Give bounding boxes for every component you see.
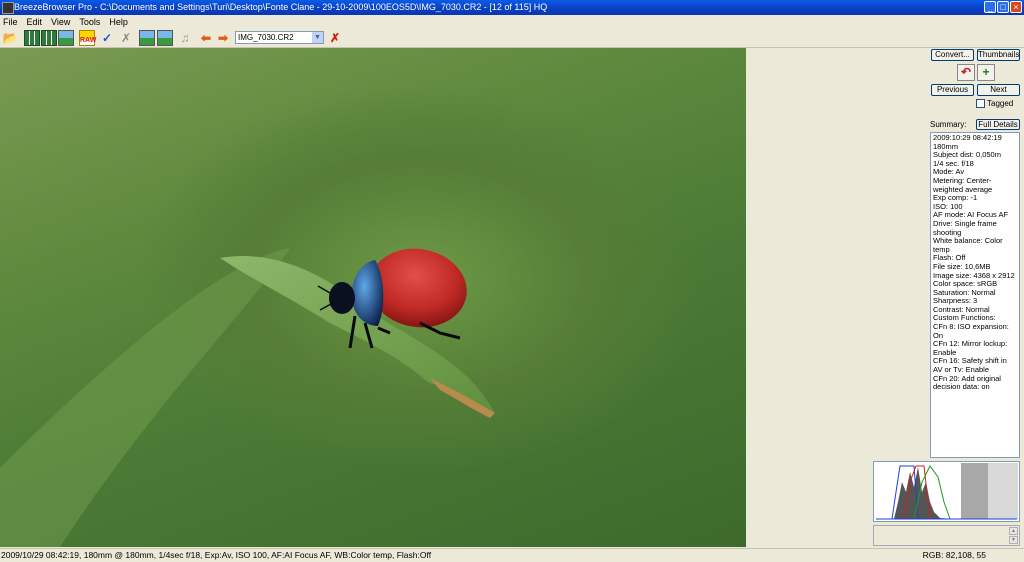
summary-label: Summary: <box>930 120 967 129</box>
summary-line: CFn 16: Safety shift in AV or Tv: Enable <box>933 356 1007 375</box>
close-button[interactable]: × <box>1010 1 1022 13</box>
delete-icon[interactable]: ✗ <box>327 30 343 46</box>
thumbnail-grid-icon[interactable] <box>24 30 40 46</box>
summary-line: CFn 8: ISO expansion: On <box>933 322 1009 340</box>
summary-line: CFn 20: Add original decision data: on <box>933 373 1001 392</box>
file-select-value: IMG_7030.CR2 <box>238 33 294 42</box>
app-icon <box>2 2 14 14</box>
menu-view[interactable]: View <box>48 15 76 29</box>
menu-file[interactable]: File <box>0 15 24 29</box>
audio-note-icon[interactable]: ♫ <box>177 30 193 46</box>
status-exif-summary: 2009/10/29 08:42:19, 180mm @ 180mm, 1/4s… <box>1 550 432 560</box>
minimize-button[interactable]: _ <box>984 1 996 13</box>
previous-arrow-icon[interactable]: ⬅ <box>198 30 214 46</box>
raw-convert-icon[interactable]: RAW <box>79 30 96 46</box>
rotate-left-icon[interactable]: ↶ <box>957 64 975 81</box>
summary-line: CFn 12: Mirror lockup: Enable <box>933 339 1008 357</box>
file-select-dropdown[interactable]: IMG_7030.CR2 ▼ <box>235 31 324 44</box>
full-details-button[interactable]: Full Details <box>976 119 1020 130</box>
menu-help[interactable]: Help <box>106 15 134 29</box>
open-folder-icon[interactable]: 📂 <box>2 30 18 46</box>
rotate-left-image-icon[interactable] <box>139 30 155 46</box>
zoom-in-icon[interactable]: + <box>977 64 995 81</box>
next-button[interactable]: Next <box>977 84 1020 96</box>
ladybug-photo <box>0 248 495 547</box>
tagged-label: Tagged <box>987 99 1014 108</box>
window-title: BreezeBrowser Pro - C:\Documents and Set… <box>14 2 548 12</box>
histogram-plot <box>876 463 1018 520</box>
histogram <box>873 461 1020 522</box>
tag-check-icon[interactable]: ✓ <box>99 30 115 46</box>
summary-line: Metering: Center-weighted average <box>933 175 993 194</box>
next-arrow-icon[interactable]: ➡ <box>215 30 231 46</box>
grid-preview-icon[interactable] <box>41 30 57 46</box>
summary-line: Drive: Single frame shooting <box>933 218 997 237</box>
scroll-down-icon[interactable]: ▼ <box>1009 536 1018 544</box>
previous-button[interactable]: Previous <box>931 84 974 96</box>
summary-line: White balance: Color temp <box>933 236 1003 254</box>
untag-icon[interactable]: ✗ <box>118 30 134 46</box>
scroll-up-icon[interactable]: ▲ <box>1009 527 1018 535</box>
menu-edit[interactable]: Edit <box>24 15 49 29</box>
summary-text: 2009:10:29 08:42:19 180mm Subject dist: … <box>930 132 1020 458</box>
tagged-checkbox[interactable] <box>976 99 985 108</box>
maximize-button[interactable]: □ <box>997 1 1009 13</box>
toolbar: 📂 RAW ✓ ✗ ♫ ⬅ ➡ IMG_7030.CR2 ▼ ✗ <box>0 29 1024 48</box>
status-bar: 2009/10/29 08:42:19, 180mm @ 180mm, 1/4s… <box>0 548 1024 562</box>
menu-tools[interactable]: Tools <box>76 15 106 29</box>
thumbnails-button[interactable]: Thumbnails <box>977 49 1020 61</box>
image-preview[interactable] <box>0 48 746 547</box>
image-view-icon[interactable] <box>58 30 74 46</box>
status-rgb: RGB: 82,108, 55 <box>922 550 986 560</box>
chevron-down-icon[interactable]: ▼ <box>312 32 323 43</box>
info-box: ▲ ▼ <box>873 525 1020 546</box>
convert-button[interactable]: Convert... <box>931 49 974 61</box>
menu-bar: File Edit View Tools Help <box>0 15 1024 29</box>
title-bar: BreezeBrowser Pro - C:\Documents and Set… <box>0 0 1024 15</box>
rotate-right-image-icon[interactable] <box>157 30 173 46</box>
